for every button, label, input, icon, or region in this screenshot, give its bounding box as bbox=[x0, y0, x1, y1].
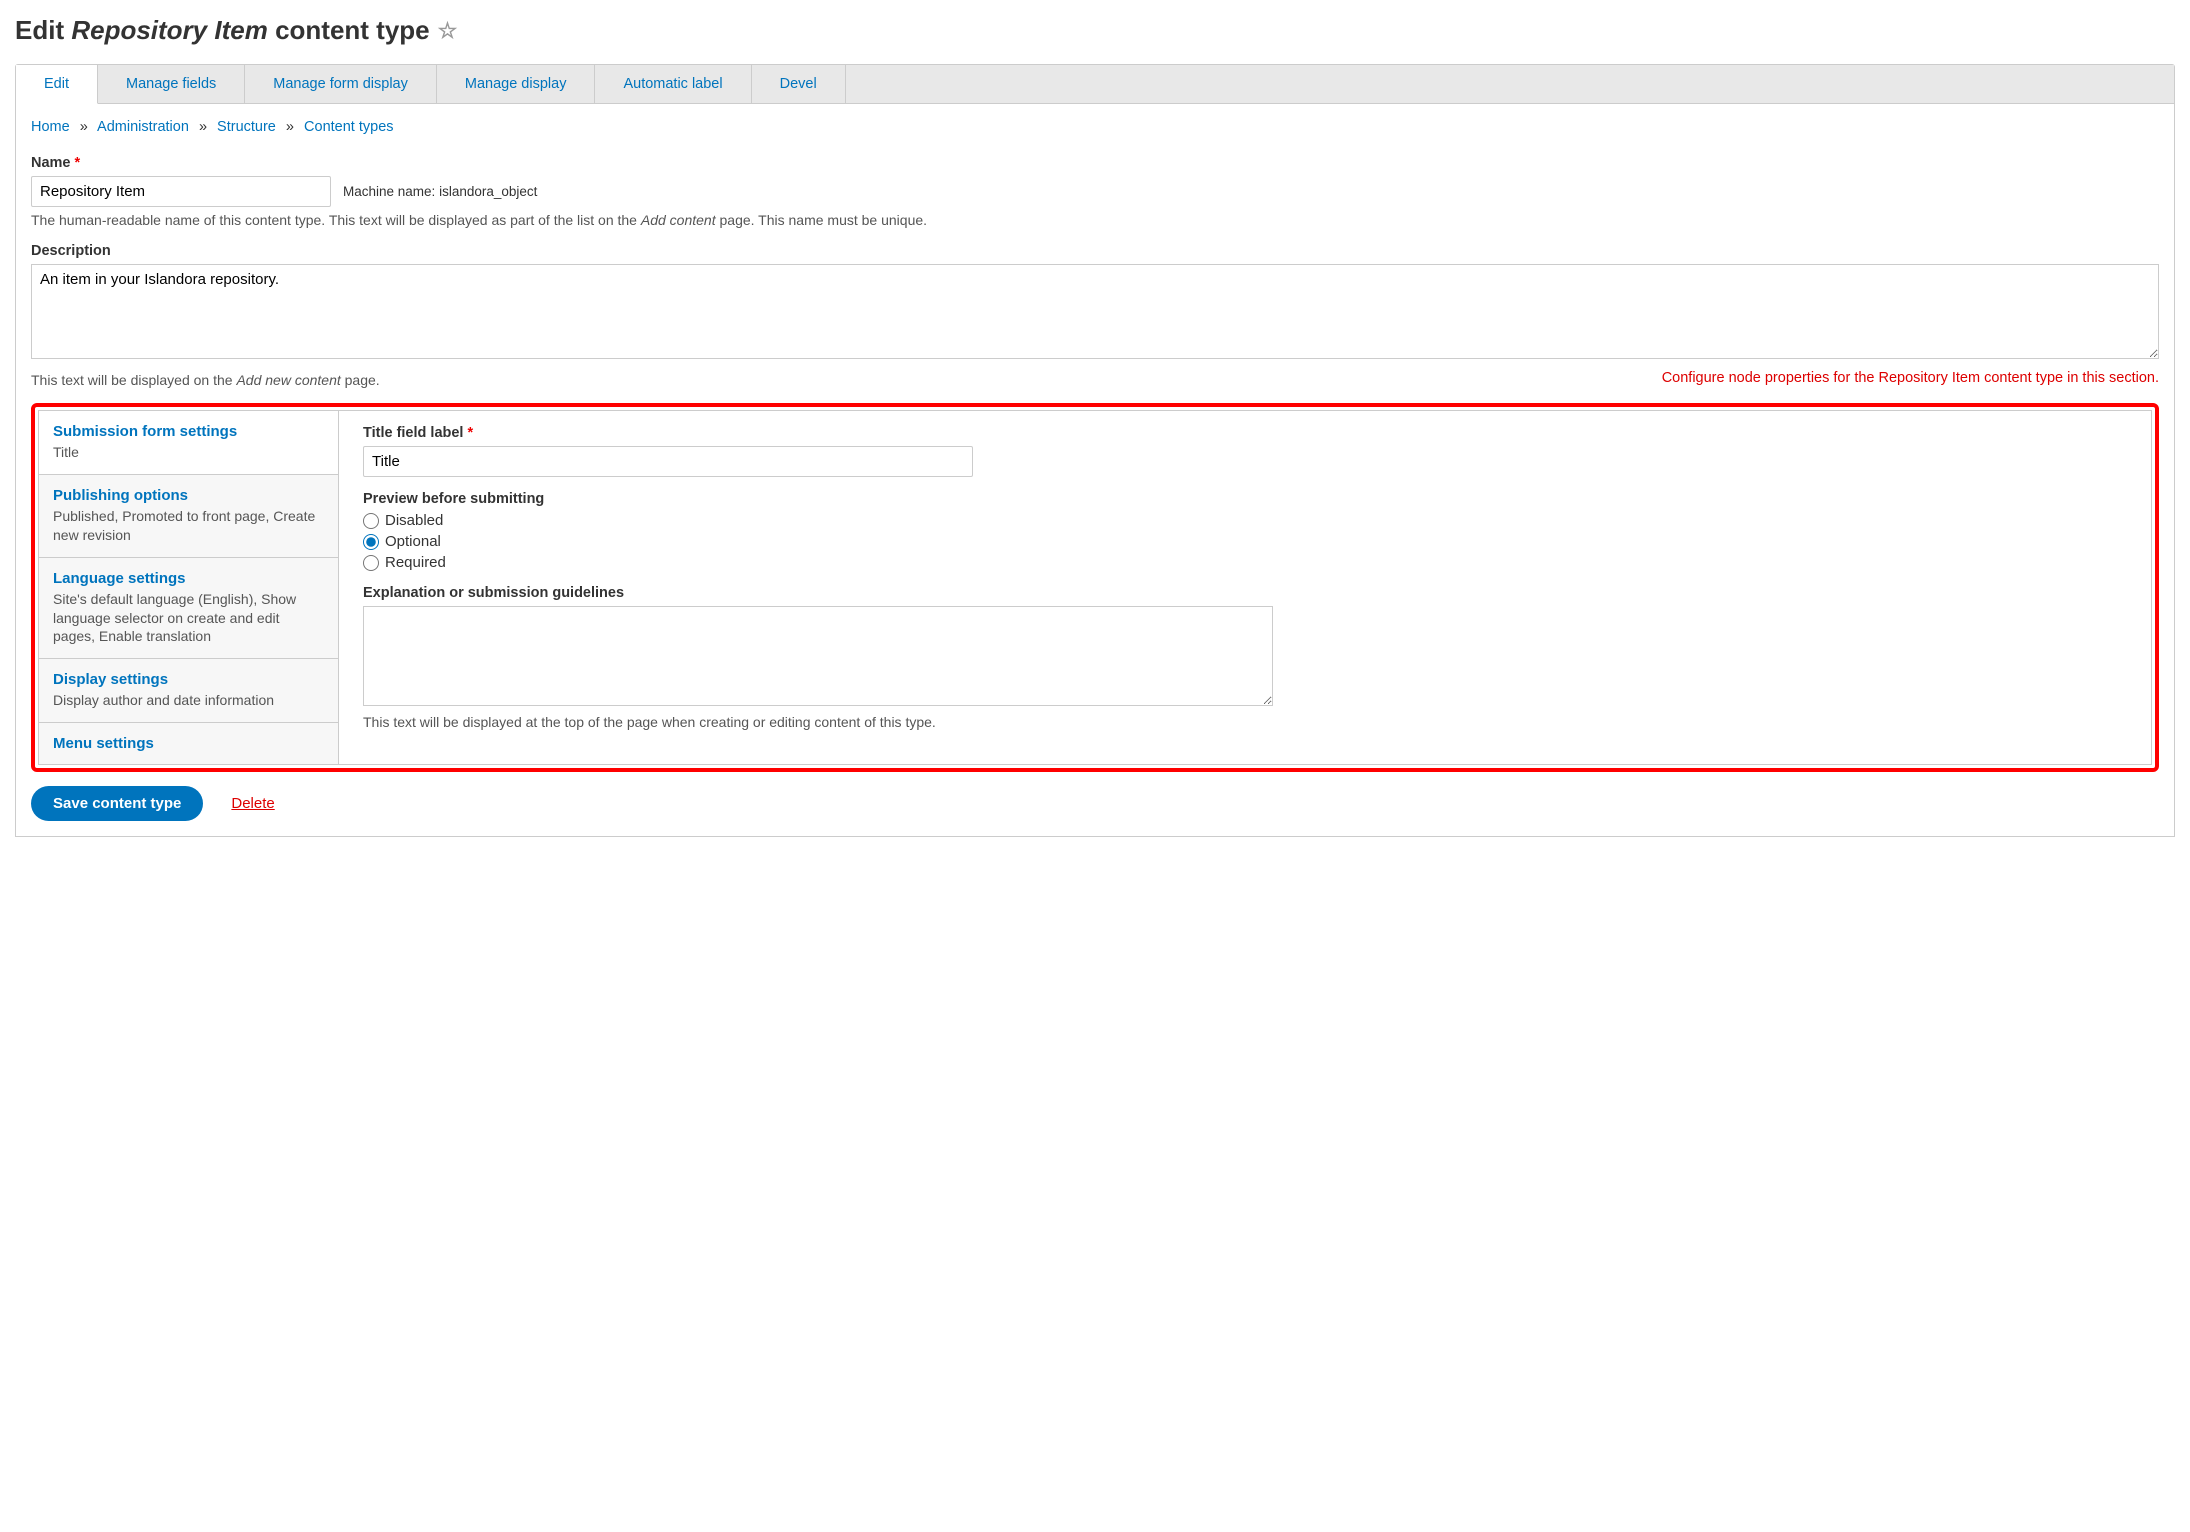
vtab-menu-settings[interactable]: Menu settings bbox=[39, 723, 338, 764]
tab-devel[interactable]: Devel bbox=[752, 65, 846, 103]
preview-required-radio[interactable]: Required bbox=[363, 554, 2127, 571]
guidelines-textarea[interactable] bbox=[363, 606, 1273, 706]
breadcrumb-home[interactable]: Home bbox=[31, 119, 70, 135]
vtab-content-pane: Title field label * Preview before submi… bbox=[339, 411, 2151, 764]
description-help-text: This text will be displayed on the Add n… bbox=[31, 372, 380, 388]
preview-optional-radio[interactable]: Optional bbox=[363, 533, 2127, 550]
name-help-text: The human-readable name of this content … bbox=[31, 212, 2159, 228]
guidelines-help-text: This text will be displayed at the top o… bbox=[363, 714, 2127, 730]
preview-disabled-radio[interactable]: Disabled bbox=[363, 512, 2127, 529]
breadcrumb-content-types[interactable]: Content types bbox=[304, 119, 393, 135]
description-textarea[interactable]: An item in your Islandora repository. bbox=[31, 264, 2159, 359]
tab-manage-display[interactable]: Manage display bbox=[437, 65, 596, 103]
tab-automatic-label[interactable]: Automatic label bbox=[595, 65, 751, 103]
name-input[interactable] bbox=[31, 176, 331, 207]
breadcrumb: Home » Administration » Structure » Cont… bbox=[31, 119, 2159, 135]
vtab-publishing-options[interactable]: Publishing options Published, Promoted t… bbox=[39, 475, 338, 558]
highlighted-settings-section: Submission form settings Title Publishin… bbox=[31, 403, 2159, 772]
description-label: Description bbox=[31, 243, 2159, 259]
vtab-language-settings[interactable]: Language settings Site's default languag… bbox=[39, 558, 338, 660]
title-field-label: Title field label * bbox=[363, 425, 2127, 441]
name-label: Name * bbox=[31, 155, 2159, 171]
vtab-display-settings[interactable]: Display settings Display author and date… bbox=[39, 659, 338, 723]
annotation-text: Configure node properties for the Reposi… bbox=[1662, 370, 2159, 386]
title-field-input[interactable] bbox=[363, 446, 973, 477]
save-content-type-button[interactable]: Save content type bbox=[31, 786, 203, 821]
primary-tabs: Edit Manage fields Manage form display M… bbox=[16, 65, 2174, 103]
favorite-star-icon[interactable]: ☆ bbox=[438, 18, 458, 44]
tab-manage-fields[interactable]: Manage fields bbox=[98, 65, 245, 103]
delete-link[interactable]: Delete bbox=[231, 795, 274, 812]
machine-name-label: Machine name: islandora_object bbox=[343, 184, 537, 199]
preview-label: Preview before submitting bbox=[363, 491, 2127, 507]
guidelines-label: Explanation or submission guidelines bbox=[363, 585, 2127, 601]
tab-manage-form-display[interactable]: Manage form display bbox=[245, 65, 437, 103]
page-title: Edit Repository Item content type ☆ bbox=[15, 15, 2175, 46]
breadcrumb-structure[interactable]: Structure bbox=[217, 119, 276, 135]
tab-edit[interactable]: Edit bbox=[16, 65, 98, 104]
breadcrumb-administration[interactable]: Administration bbox=[97, 119, 189, 135]
vertical-tab-list: Submission form settings Title Publishin… bbox=[39, 411, 339, 764]
vtab-submission-form-settings[interactable]: Submission form settings Title bbox=[39, 411, 338, 475]
